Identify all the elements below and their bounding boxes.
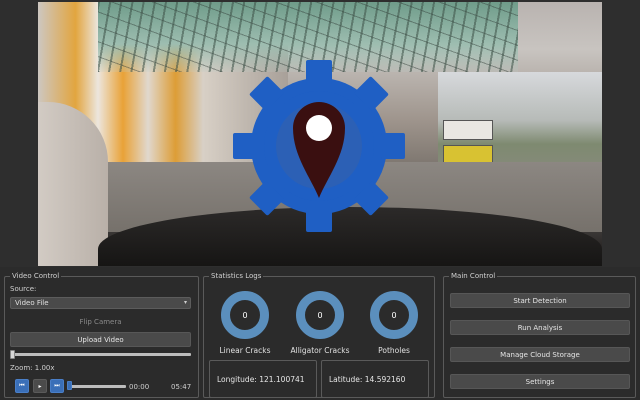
play-icon[interactable]: ▸ [33,379,47,393]
upload-video-button[interactable]: Upload Video [10,332,191,347]
potholes-count: 0 [391,310,397,320]
next-icon[interactable]: ⏭ [50,379,64,393]
alligator-cracks-counter: 0 [296,291,344,339]
flip-camera-button[interactable]: Flip Camera [10,314,191,329]
main-control-title: Main Control [449,272,498,280]
statistics-title: Statistics Logs [209,272,264,280]
video-control-panel: Video Control Source: Video File ▾ Flip … [4,272,199,398]
longitude-display: Longitude: 121.100741 [209,360,317,398]
gear-location-logo [233,60,405,232]
playback-slider[interactable] [69,385,126,388]
main-control-panel: Main Control Start Detection Run Analysi… [443,272,636,398]
chevron-down-icon: ▾ [183,299,187,306]
start-detection-button[interactable]: Start Detection [450,293,630,308]
linear-cracks-label: Linear Cracks [219,346,271,355]
video-display-area [0,0,640,267]
video-control-title: Video Control [10,272,62,280]
source-select-value: Video File [15,299,49,307]
linear-cracks-counter: 0 [221,291,269,339]
potholes-counter: 0 [370,291,418,339]
playback-slider-handle[interactable] [67,381,72,390]
longitude-value: Longitude: 121.100741 [217,374,305,384]
alligator-cracks-label: Alligator Cracks [290,346,350,355]
linear-cracks-count: 0 [242,310,248,320]
latitude-value: Latitude: 14.592160 [329,374,406,384]
source-select[interactable]: Video File ▾ [10,297,191,309]
source-label: Source: [10,285,37,293]
zoom-label: Zoom: 1.00x [10,364,55,372]
time-total: 05:47 [171,383,192,391]
alligator-cracks-count: 0 [317,310,323,320]
manage-cloud-storage-button[interactable]: Manage Cloud Storage [450,347,630,362]
run-analysis-button[interactable]: Run Analysis [450,320,630,335]
sign-board [443,120,493,140]
previous-icon[interactable]: ⏮ [15,379,29,393]
potholes-label: Potholes [378,346,410,355]
statistics-panel: Statistics Logs 0 Linear Cracks 0 Alliga… [203,272,435,398]
zoom-slider-handle[interactable] [10,350,15,359]
settings-button[interactable]: Settings [450,374,630,389]
latitude-display: Latitude: 14.592160 [321,360,429,398]
time-current: 00:00 [129,383,150,391]
zoom-slider[interactable] [10,353,191,356]
